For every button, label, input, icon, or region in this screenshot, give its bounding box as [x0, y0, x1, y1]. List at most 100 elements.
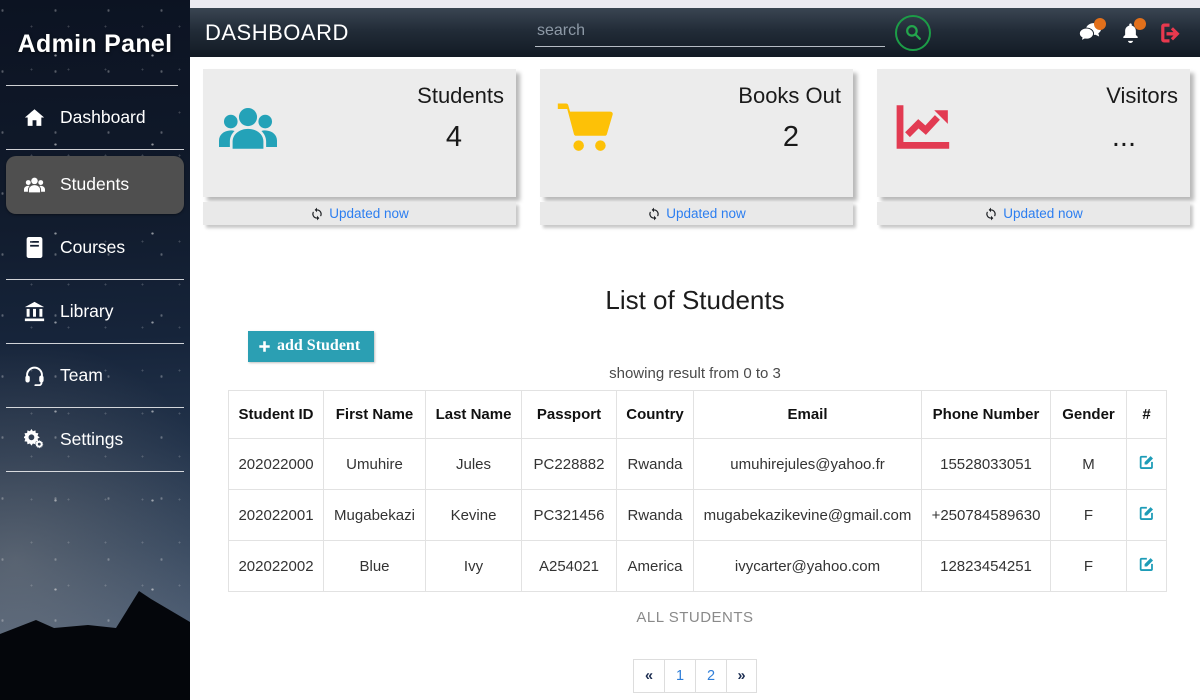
content-column: DASHBOARD [190, 0, 1200, 700]
cell-first-name: Blue [324, 541, 426, 592]
add-student-label: add Student [277, 337, 360, 355]
cell-student-id: 202022002 [229, 541, 324, 592]
card-value: 4 [417, 121, 504, 154]
card-body: Students 4 [203, 69, 516, 197]
add-student-button[interactable]: add Student [248, 331, 374, 362]
gears-icon [22, 429, 46, 450]
cell-gender: M [1051, 439, 1127, 490]
updated-label: Updated now [1003, 206, 1083, 221]
card-text: Visitors ... [1106, 83, 1178, 154]
pagination-page-1[interactable]: 1 [664, 659, 695, 693]
search-area [535, 15, 931, 51]
bell-icon[interactable] [1118, 21, 1142, 45]
col-header: Gender [1051, 391, 1127, 439]
cell-country: Rwanda [617, 439, 694, 490]
sidebar-item-label: Students [60, 174, 129, 195]
pagination-page-2[interactable]: 2 [695, 659, 726, 693]
pagination-prev[interactable]: « [633, 659, 664, 693]
plus-icon [258, 340, 271, 353]
card-body: Books Out 2 [540, 69, 853, 197]
card-footer: Updated now [540, 202, 853, 225]
section-heading: List of Students [190, 285, 1200, 316]
sidebar-item-students[interactable]: Students [6, 156, 184, 214]
navbar-icon-group [1078, 21, 1182, 45]
search-input[interactable] [535, 18, 885, 47]
cell-phone: 12823454251 [922, 541, 1051, 592]
table-row: 202022001 Mugabekazi Kevine PC321456 Rwa… [229, 490, 1167, 541]
cart-icon [556, 101, 614, 158]
updated-label: Updated now [329, 206, 409, 221]
users-icon [219, 101, 277, 158]
refresh-icon [647, 207, 661, 221]
sidebar-item-courses[interactable]: Courses [6, 216, 184, 280]
students-table-body: 202022000 Umuhire Jules PC228882 Rwanda … [229, 439, 1167, 592]
card-title: Books Out [738, 83, 841, 109]
table-header: Student ID First Name Last Name Passport… [229, 391, 1167, 439]
library-icon [22, 301, 46, 322]
col-header: First Name [324, 391, 426, 439]
page-title: DASHBOARD [205, 20, 535, 46]
cell-last-name: Kevine [426, 490, 522, 541]
pagination-next[interactable]: » [726, 659, 757, 693]
main-page: Students 4 Updated now [190, 57, 1200, 700]
sidebar-item-label: Library [60, 301, 114, 322]
cell-email: ivycarter@yahoo.com [694, 541, 922, 592]
cell-actions [1127, 490, 1167, 541]
card-footer: Updated now [877, 202, 1190, 225]
logout-icon[interactable] [1158, 21, 1182, 45]
sidebar-item-team[interactable]: Team [6, 344, 184, 408]
cell-actions [1127, 439, 1167, 490]
sidebar-item-library[interactable]: Library [6, 280, 184, 344]
cell-first-name: Mugabekazi [324, 490, 426, 541]
updated-label: Updated now [666, 206, 746, 221]
add-button-row: add Student [248, 331, 1200, 362]
top-navbar: DASHBOARD [190, 8, 1200, 57]
col-header: Student ID [229, 391, 324, 439]
stat-cards-row: Students 4 Updated now [190, 57, 1200, 225]
cell-country: Rwanda [617, 490, 694, 541]
search-button[interactable] [895, 15, 931, 51]
admin-panel-app: Admin Panel Dashboard Students Courses [0, 0, 1200, 700]
pagination: « 1 2 » [190, 659, 1200, 693]
col-header: Country [617, 391, 694, 439]
sidebar-menu: Dashboard Students Courses Library [6, 86, 184, 472]
sidebar-item-dashboard[interactable]: Dashboard [6, 86, 184, 150]
col-header: Passport [522, 391, 617, 439]
sidebar: Admin Panel Dashboard Students Courses [0, 0, 190, 700]
cell-gender: F [1051, 490, 1127, 541]
card-value: 2 [738, 121, 841, 154]
stat-card-visitors: Visitors ... Updated now [877, 69, 1190, 225]
chat-icon[interactable] [1078, 21, 1102, 45]
refresh-icon [310, 207, 324, 221]
app-title: Admin Panel [0, 0, 190, 85]
edit-icon[interactable] [1136, 452, 1157, 476]
cell-student-id: 202022000 [229, 439, 324, 490]
search-icon [904, 23, 923, 42]
edit-icon[interactable] [1136, 554, 1157, 578]
cell-student-id: 202022001 [229, 490, 324, 541]
students-table: Student ID First Name Last Name Passport… [228, 390, 1167, 592]
result-count-text: showing result from 0 to 3 [190, 365, 1200, 382]
notification-badge [1134, 18, 1146, 30]
refresh-icon [984, 207, 998, 221]
edit-icon[interactable] [1136, 503, 1157, 527]
cell-gender: F [1051, 541, 1127, 592]
chart-icon [893, 101, 951, 158]
mountain-silhouette [0, 570, 190, 700]
users-icon [22, 174, 46, 195]
cell-email: mugabekazikevine@gmail.com [694, 490, 922, 541]
stat-card-books: Books Out 2 Updated now [540, 69, 853, 225]
cell-actions [1127, 541, 1167, 592]
stat-card-students: Students 4 Updated now [203, 69, 516, 225]
sidebar-item-label: Team [60, 365, 103, 386]
card-footer: Updated now [203, 202, 516, 225]
sidebar-item-label: Settings [60, 429, 123, 450]
card-value: ... [1106, 121, 1178, 154]
table-row: 202022000 Umuhire Jules PC228882 Rwanda … [229, 439, 1167, 490]
notification-badge [1094, 18, 1106, 30]
sidebar-item-settings[interactable]: Settings [6, 408, 184, 472]
cell-phone: 15528033051 [922, 439, 1051, 490]
col-header: Email [694, 391, 922, 439]
home-icon [22, 107, 46, 128]
col-header: Last Name [426, 391, 522, 439]
